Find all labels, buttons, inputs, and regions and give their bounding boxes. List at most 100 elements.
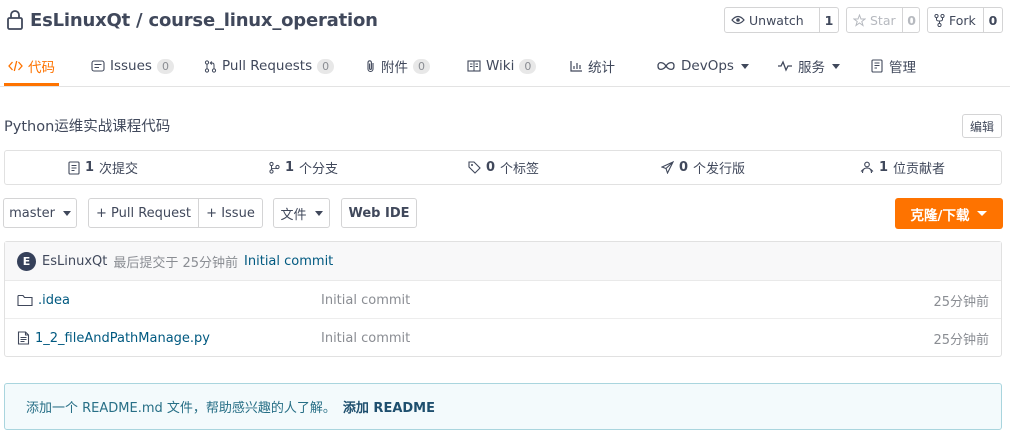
- chevron-down-icon: [62, 210, 71, 216]
- stat-branches[interactable]: 1 个分支: [269, 151, 338, 184]
- commit-author[interactable]: EsLinuxQt: [42, 254, 107, 269]
- chevron-down-icon: [314, 210, 323, 216]
- repo-nav: 代码 Issues 0 Pull Requests 0 附件 0 Wiki 0 …: [0, 50, 1010, 87]
- pulse-icon: [777, 60, 793, 72]
- tab-services[interactable]: 服务: [777, 55, 840, 77]
- file-name-cell: .idea: [17, 281, 70, 319]
- repo-stats-bar: 1 次提交 1 个分支 0 个标签 0 个发行版 1 位贡献者: [4, 150, 1002, 185]
- tab-devops-label: DevOps: [681, 58, 734, 74]
- file-name-link[interactable]: .idea: [38, 293, 70, 308]
- fork-label: Fork: [949, 12, 976, 28]
- branch-icon: [269, 161, 280, 174]
- unwatch-button[interactable]: Unwatch 1: [724, 7, 839, 33]
- tab-devops[interactable]: DevOps: [656, 55, 749, 77]
- releases-label: 个发行版: [693, 162, 746, 177]
- tab-manage[interactable]: 管理: [871, 55, 916, 77]
- chevron-down-icon: [977, 211, 988, 216]
- tab-wiki[interactable]: Wiki 0: [467, 55, 537, 77]
- branch-select-label: master: [9, 205, 55, 221]
- stat-releases[interactable]: 0 个发行版: [661, 151, 745, 184]
- tab-attachments[interactable]: 附件 0: [365, 55, 430, 77]
- readme-notice: 添加一个 README.md 文件，帮助感兴趣的人了解。 添加 README: [4, 383, 1002, 430]
- issues-count-badge: 0: [156, 58, 174, 74]
- tags-label: 个标签: [500, 162, 540, 177]
- attachments-count-badge: 0: [413, 58, 430, 74]
- wiki-count-badge: 0: [519, 58, 537, 74]
- file-name-cell: 1_2_fileAndPathManage.py: [17, 319, 210, 357]
- eye-icon: [731, 15, 745, 25]
- tab-issues[interactable]: Issues 0: [91, 55, 174, 77]
- star-count[interactable]: 0: [901, 8, 921, 32]
- file-name-link[interactable]: 1_2_fileAndPathManage.py: [35, 331, 210, 346]
- lock-icon: [6, 9, 24, 31]
- tab-pull-requests-label: Pull Requests: [222, 58, 313, 74]
- fork-button[interactable]: Fork 0: [927, 7, 1003, 33]
- issues-icon: [91, 60, 105, 72]
- new-issue-button[interactable]: + Issue: [199, 199, 262, 227]
- file-commit-time: 25分钟前: [933, 294, 989, 310]
- wiki-icon: [467, 60, 481, 72]
- new-pull-request-button[interactable]: + Pull Request: [89, 199, 199, 227]
- tab-wiki-label: Wiki: [486, 58, 515, 74]
- fork-count[interactable]: 0: [983, 8, 1002, 32]
- stat-tags[interactable]: 0 个标签: [468, 151, 539, 184]
- tab-manage-label: 管理: [889, 60, 916, 76]
- stat-contributors[interactable]: 1 位贡献者: [860, 151, 945, 184]
- tab-code-label: 代码: [28, 60, 55, 76]
- file-list: E EsLinuxQt 最后提交于 25分钟前 Initial commit .…: [4, 241, 1002, 357]
- settings-doc-icon: [871, 59, 884, 73]
- branch-select[interactable]: master: [3, 198, 77, 228]
- repo-description: Python运维实战课程代码: [4, 119, 171, 135]
- send-icon: [661, 161, 674, 174]
- file-menu-label: 文件: [280, 207, 307, 223]
- commit-message-link[interactable]: Initial commit: [244, 254, 333, 269]
- star-icon: [853, 13, 866, 27]
- list-item[interactable]: .idea Initial commit 25分钟前: [5, 281, 1001, 319]
- commit-doc-icon: [68, 160, 80, 175]
- latest-commit-bar: E EsLinuxQt 最后提交于 25分钟前 Initial commit: [5, 242, 1001, 281]
- tab-stats[interactable]: 统计: [570, 55, 615, 77]
- fork-icon: [934, 13, 945, 27]
- folder-icon: [17, 294, 33, 307]
- branches-count: 1: [285, 160, 295, 175]
- infinity-icon: [656, 61, 676, 71]
- clone-download-button[interactable]: 克隆/下载: [895, 198, 1003, 229]
- file-icon: [17, 331, 30, 345]
- contributors-label: 位贡献者: [893, 162, 946, 177]
- edit-description-button[interactable]: 编辑: [962, 114, 1002, 138]
- stat-commits[interactable]: 1 次提交: [68, 151, 138, 184]
- tag-icon: [468, 161, 481, 174]
- repo-name[interactable]: EsLinuxQt / course_linux_operation: [30, 10, 378, 31]
- readme-notice-text: 添加一个 README.md 文件，帮助感兴趣的人了解。: [26, 401, 336, 416]
- unwatch-label: Unwatch: [749, 12, 804, 28]
- contributors-count: 1: [879, 160, 889, 175]
- pull-request-icon: [204, 59, 217, 73]
- tab-pull-requests[interactable]: Pull Requests 0: [204, 55, 335, 77]
- tab-stats-label: 统计: [588, 60, 615, 76]
- tab-attachments-label: 附件: [381, 60, 408, 76]
- active-tab-indicator: [4, 83, 59, 86]
- list-item[interactable]: 1_2_fileAndPathManage.py Initial commit …: [5, 319, 1001, 357]
- create-actions-group: + Pull Request + Issue: [88, 198, 263, 228]
- chevron-down-icon: [740, 63, 749, 69]
- commit-meta: 最后提交于 25分钟前: [113, 255, 239, 271]
- file-commit-message[interactable]: Initial commit: [321, 281, 410, 319]
- star-button[interactable]: Star 0: [846, 7, 920, 33]
- tab-services-label: 服务: [798, 60, 825, 76]
- paperclip-icon: [365, 59, 376, 73]
- add-readme-link[interactable]: 添加 README: [343, 397, 435, 416]
- tab-code[interactable]: 代码: [8, 55, 55, 77]
- avatar[interactable]: E: [17, 251, 36, 271]
- repo-title: EsLinuxQt / course_linux_operation: [6, 8, 378, 32]
- code-icon: [8, 60, 23, 72]
- pull-requests-count-badge: 0: [317, 58, 335, 74]
- web-ide-button[interactable]: Web IDE: [341, 198, 417, 228]
- star-label: Star: [870, 12, 896, 28]
- contributors-icon: [860, 161, 874, 174]
- chevron-down-icon: [832, 63, 840, 69]
- file-menu-button[interactable]: 文件: [273, 198, 330, 228]
- watch-count[interactable]: 1: [819, 8, 838, 32]
- releases-count: 0: [679, 160, 689, 175]
- file-commit-message[interactable]: Initial commit: [321, 319, 410, 357]
- commits-count: 1: [85, 160, 95, 175]
